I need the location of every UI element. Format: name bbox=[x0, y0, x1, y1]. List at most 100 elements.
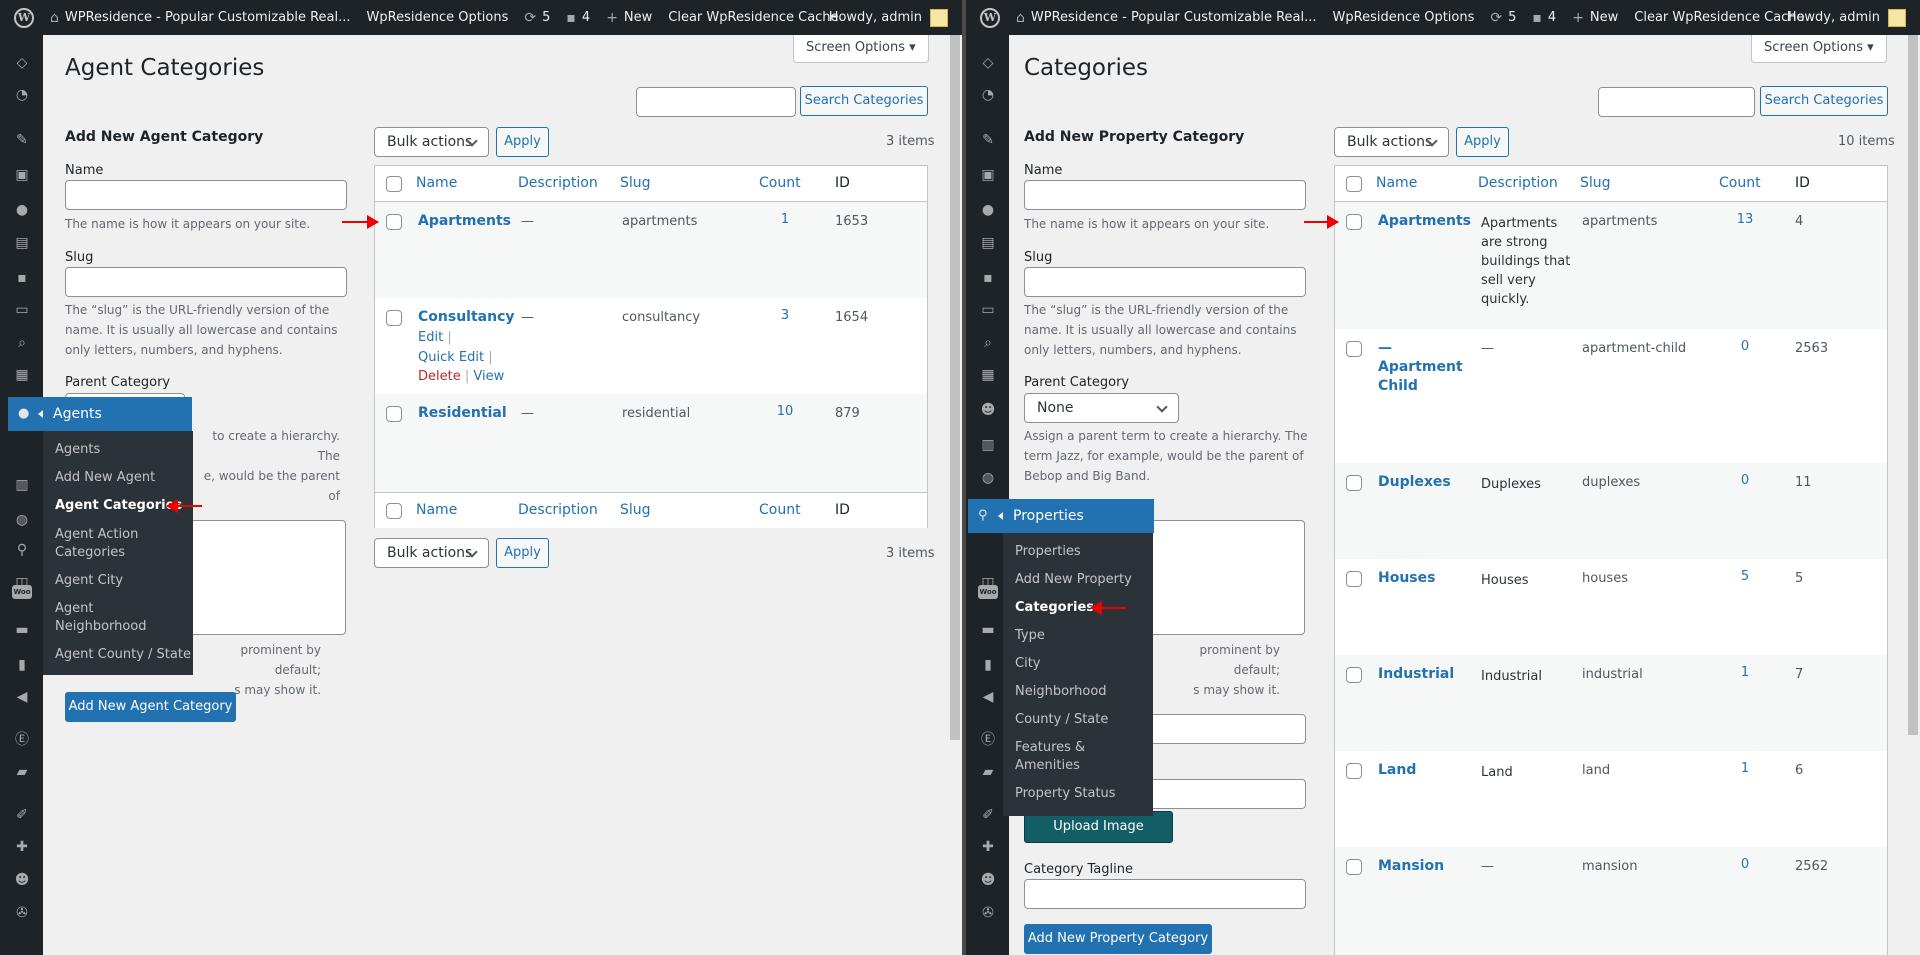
menu-item-categories[interactable]: Categories bbox=[1015, 599, 1094, 617]
elementor-icon[interactable]: Ⓔ bbox=[978, 730, 998, 750]
search-icon[interactable]: ⌕ bbox=[12, 333, 32, 353]
row-name-link[interactable]: Apartments bbox=[418, 212, 511, 231]
dashboard-icon[interactable]: ◔ bbox=[12, 85, 32, 105]
options-link[interactable]: WpResidence Options bbox=[1333, 10, 1475, 25]
row-checkbox[interactable] bbox=[1346, 341, 1362, 357]
apply-button[interactable]: Apply bbox=[496, 127, 549, 157]
comments-icon[interactable]: ▪ bbox=[12, 268, 32, 288]
building-icon[interactable]: ▥ bbox=[978, 435, 998, 455]
add-agent-category-button[interactable]: Add New Agent Category bbox=[65, 692, 236, 722]
edit-link[interactable]: Edit bbox=[418, 330, 443, 345]
products-icon[interactable]: ▬ bbox=[12, 620, 32, 640]
select-all-checkbox[interactable] bbox=[1346, 176, 1362, 192]
analytics-icon[interactable]: ▮ bbox=[12, 655, 32, 675]
row-checkbox[interactable] bbox=[1346, 667, 1362, 683]
plugins-icon[interactable]: ✚ bbox=[978, 837, 998, 857]
search-categories-button[interactable]: Search Categories bbox=[1760, 86, 1888, 116]
row-name-link[interactable]: Duplexes bbox=[1378, 473, 1451, 492]
menu-item-city[interactable]: City bbox=[1015, 655, 1040, 673]
pages-icon[interactable]: ▤ bbox=[12, 233, 32, 253]
menu-item-agent-county-state[interactable]: Agent County / State bbox=[55, 646, 191, 664]
column-count[interactable]: Count bbox=[759, 502, 801, 518]
select-all-checkbox-footer[interactable] bbox=[386, 503, 402, 519]
dashboard-icon[interactable]: ◔ bbox=[978, 85, 998, 105]
invoice-icon[interactable]: ◍ bbox=[978, 468, 998, 488]
pages-icon[interactable]: ▤ bbox=[978, 233, 998, 253]
row-name-link[interactable]: Houses bbox=[1378, 569, 1435, 588]
search-input[interactable] bbox=[1598, 87, 1755, 117]
screen-options-button[interactable]: Screen Options ▾ bbox=[1751, 35, 1887, 63]
row-checkbox[interactable] bbox=[386, 406, 402, 422]
slug-field[interactable] bbox=[1024, 267, 1306, 297]
column-slug[interactable]: Slug bbox=[620, 175, 651, 191]
delete-link[interactable]: Delete bbox=[418, 369, 461, 384]
column-name[interactable]: Name bbox=[1376, 175, 1417, 191]
row-checkbox[interactable] bbox=[386, 310, 402, 326]
row-checkbox[interactable] bbox=[1346, 763, 1362, 779]
bulk-actions-select-bottom[interactable]: Bulk actions bbox=[374, 538, 489, 568]
menu-item-add-new-property[interactable]: Add New Property bbox=[1015, 571, 1132, 589]
wordpress-logo-icon[interactable]: W bbox=[980, 7, 1000, 28]
analytics-icon[interactable]: ▮ bbox=[978, 655, 998, 675]
tagline-field[interactable] bbox=[1024, 879, 1306, 909]
row-count-link[interactable]: 1 bbox=[765, 212, 805, 227]
options-link[interactable]: WpResidence Options bbox=[367, 10, 509, 25]
row-count-link[interactable]: 0 bbox=[1725, 857, 1765, 872]
row-name-link[interactable]: Land bbox=[1378, 761, 1416, 780]
location-icon[interactable]: ⚲ bbox=[12, 540, 32, 560]
row-checkbox[interactable] bbox=[1346, 475, 1362, 491]
updates-link[interactable]: ⟳ 5 bbox=[1490, 10, 1516, 26]
user-icon[interactable]: ☻ bbox=[12, 870, 32, 890]
clear-cache-link[interactable]: Clear WpResidence Cache bbox=[668, 10, 838, 25]
menu-item-agent-neighborhood[interactable]: Agent Neighborhood bbox=[55, 600, 147, 636]
scrollbar[interactable] bbox=[1906, 35, 1920, 955]
name-field[interactable] bbox=[1024, 180, 1306, 210]
tools-icon[interactable]: ✇ bbox=[12, 903, 32, 923]
menu-item-agents[interactable]: Agents bbox=[55, 441, 100, 459]
new-link[interactable]: + New bbox=[606, 10, 652, 26]
users-icon[interactable]: ● bbox=[978, 200, 998, 220]
media-icon[interactable]: ▣ bbox=[978, 165, 998, 185]
menu-item-county-state[interactable]: County / State bbox=[1015, 711, 1108, 729]
updates-link[interactable]: ⟳ 5 bbox=[524, 10, 550, 26]
account-menu[interactable]: Howdy, admin bbox=[829, 0, 948, 35]
menu-item-properties[interactable]: Properties bbox=[1015, 543, 1081, 561]
menu-item-property-status[interactable]: Property Status bbox=[1015, 785, 1116, 803]
row-checkbox[interactable] bbox=[1346, 214, 1362, 230]
row-count-link[interactable]: 13 bbox=[1725, 212, 1765, 227]
page-icon[interactable]: ▭ bbox=[12, 300, 32, 320]
column-description[interactable]: Description bbox=[518, 175, 598, 191]
slug-field[interactable] bbox=[65, 267, 347, 297]
account-menu[interactable]: Howdy, admin bbox=[1787, 0, 1906, 35]
comments-link[interactable]: ▪ 4 bbox=[1532, 10, 1556, 26]
bulk-actions-select[interactable]: Bulk actions bbox=[374, 127, 489, 157]
diamond-icon[interactable]: ◇ bbox=[978, 53, 998, 73]
plugins-icon[interactable]: ✚ bbox=[12, 837, 32, 857]
scrollbar-thumb[interactable] bbox=[1908, 35, 1918, 735]
screen-options-button[interactable]: Screen Options ▾ bbox=[793, 35, 929, 63]
column-description[interactable]: Description bbox=[1478, 175, 1558, 191]
search-input[interactable] bbox=[636, 87, 796, 117]
row-name-link[interactable]: Consultancy bbox=[418, 308, 515, 327]
site-name-link[interactable]: ⌂ WPResidence - Popular Customizable Real… bbox=[50, 10, 351, 26]
wordpress-logo-icon[interactable]: W bbox=[14, 7, 34, 28]
agents-menu-header[interactable]: ● Agents bbox=[8, 397, 192, 431]
parent-select[interactable]: None bbox=[1024, 393, 1179, 423]
clear-cache-link[interactable]: Clear WpResidence Cache bbox=[1634, 10, 1804, 25]
folder-icon[interactable]: ▰ bbox=[12, 762, 32, 782]
menu-item-add-new-agent[interactable]: Add New Agent bbox=[55, 469, 155, 487]
appearance-icon[interactable]: ✐ bbox=[12, 805, 32, 825]
marketing-icon[interactable]: ◀ bbox=[12, 687, 32, 707]
menu-item-features-amenities[interactable]: Features & Amenities bbox=[1015, 739, 1085, 775]
agents-icon[interactable]: ☻ bbox=[978, 400, 998, 420]
row-count-link[interactable]: 5 bbox=[1725, 569, 1765, 584]
column-description[interactable]: Description bbox=[518, 502, 598, 518]
row-checkbox[interactable] bbox=[1346, 859, 1362, 875]
calendar-icon[interactable]: ▦ bbox=[12, 365, 32, 385]
folder-icon[interactable]: ▰ bbox=[978, 762, 998, 782]
row-checkbox[interactable] bbox=[1346, 571, 1362, 587]
column-count[interactable]: Count bbox=[759, 175, 801, 191]
column-name[interactable]: Name bbox=[416, 175, 457, 191]
apply-button[interactable]: Apply bbox=[1456, 127, 1509, 157]
scrollbar[interactable] bbox=[948, 35, 962, 955]
